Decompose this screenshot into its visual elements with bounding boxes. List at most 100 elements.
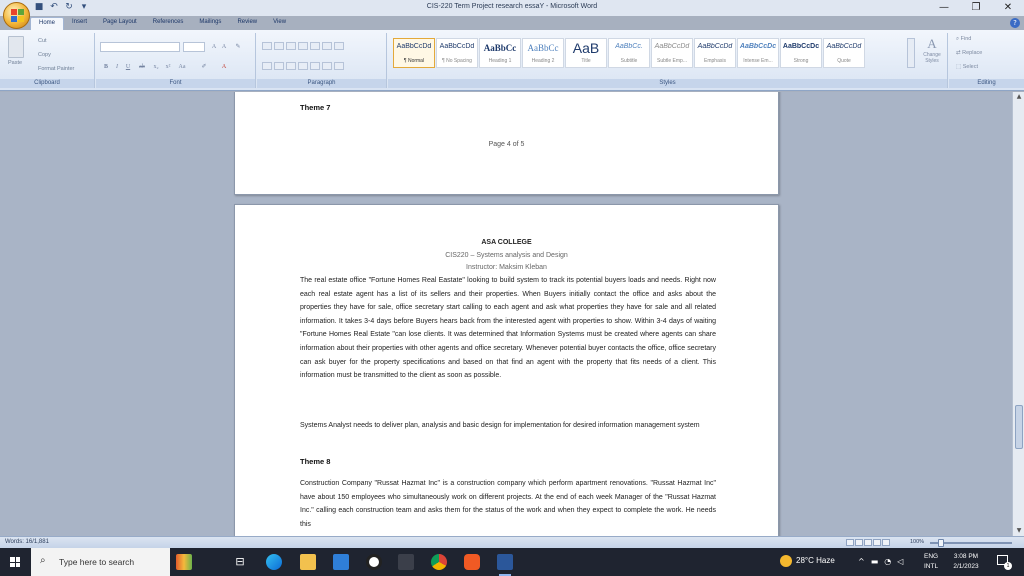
- copy-button[interactable]: Copy: [38, 52, 51, 58]
- file-explorer-icon[interactable]: [300, 554, 316, 570]
- tab-mailings[interactable]: Mailings: [191, 17, 229, 30]
- align-left-icon[interactable]: [262, 62, 272, 70]
- change-case-icon[interactable]: Aa: [178, 63, 186, 71]
- font-size-combo[interactable]: [183, 42, 205, 52]
- italic-icon[interactable]: I: [113, 63, 121, 71]
- zoom-level[interactable]: 100%: [910, 539, 924, 545]
- grow-font-icon[interactable]: A: [210, 43, 218, 51]
- font-color-icon[interactable]: A: [220, 63, 228, 71]
- style-no-spacing[interactable]: AaBbCcDd ¶ No Spacing: [436, 38, 478, 68]
- network-icon[interactable]: ◔: [884, 557, 891, 566]
- course-name: CIS220 – Systems analysis and Design: [445, 252, 568, 259]
- close-button[interactable]: ✕: [992, 0, 1024, 16]
- task-view-icon[interactable]: ⊟: [232, 554, 248, 570]
- store-icon[interactable]: [398, 554, 414, 570]
- media-app-icon[interactable]: [366, 554, 382, 570]
- styles-label: Styles: [388, 79, 947, 88]
- scroll-down-icon[interactable]: ▼: [1013, 526, 1024, 536]
- tab-view[interactable]: View: [265, 17, 294, 30]
- styles-gallery-scroll[interactable]: [907, 38, 915, 68]
- clipboard-group: Paste Cut Copy Format Painter Clipboard: [0, 33, 95, 88]
- change-styles-icon: A: [927, 36, 937, 51]
- style-subtle-emphasis[interactable]: AaBbCcDd Subtle Emp...: [651, 38, 693, 68]
- subscript-icon[interactable]: x₂: [152, 63, 160, 71]
- tab-home[interactable]: Home: [30, 17, 65, 30]
- increase-indent-icon[interactable]: [310, 42, 320, 50]
- style-intense-emphasis[interactable]: AaBbCcDc Intense Em...: [737, 38, 779, 68]
- start-button[interactable]: [0, 548, 30, 576]
- word-count[interactable]: Words: 16/1,881: [5, 539, 49, 545]
- borders-icon[interactable]: [334, 62, 344, 70]
- brave-icon[interactable]: [464, 554, 480, 570]
- shrink-font-icon[interactable]: A: [220, 43, 228, 51]
- style-heading-1[interactable]: AaBbCc Heading 1: [479, 38, 521, 68]
- taskbar-search[interactable]: ⌕ Type here to search: [31, 548, 170, 576]
- show-hidden-icons-icon[interactable]: ^: [858, 557, 865, 566]
- notification-icon[interactable]: 1: [996, 554, 1012, 570]
- paste-button[interactable]: [8, 36, 24, 58]
- volume-icon[interactable]: ◁: [897, 557, 903, 566]
- draft-icon[interactable]: [882, 539, 890, 546]
- page-5[interactable]: ASA COLLEGE CIS220 – Systems analysis an…: [234, 204, 779, 536]
- decrease-indent-icon[interactable]: [298, 42, 308, 50]
- style-quote[interactable]: AaBbCcDd Quote: [823, 38, 865, 68]
- scroll-up-icon[interactable]: ▲: [1013, 92, 1024, 102]
- document-area[interactable]: Theme 7 Page 4 of 5 ASA COLLEGE CIS220 –…: [0, 92, 1012, 536]
- ribbon: Paste Cut Copy Format Painter Clipboard …: [0, 30, 1024, 91]
- office-button[interactable]: [3, 2, 30, 29]
- superscript-icon[interactable]: x²: [164, 63, 172, 71]
- mail-icon[interactable]: [333, 554, 349, 570]
- language-indicator[interactable]: ENG INTL: [924, 552, 938, 572]
- tab-references[interactable]: References: [145, 17, 192, 30]
- help-icon[interactable]: ?: [1010, 18, 1020, 28]
- battery-icon[interactable]: ▬: [871, 557, 879, 566]
- chrome-icon[interactable]: [431, 554, 447, 570]
- style-heading-2[interactable]: AaBbCc Heading 2: [522, 38, 564, 68]
- cut-button[interactable]: Cut: [38, 38, 47, 44]
- style-strong[interactable]: AaBbCcDc Strong: [780, 38, 822, 68]
- full-screen-reading-icon[interactable]: [855, 539, 863, 546]
- clear-formatting-icon[interactable]: ✎: [234, 43, 242, 51]
- books-app-icon[interactable]: [176, 554, 192, 570]
- justify-icon[interactable]: [298, 62, 308, 70]
- college-name: ASA COLLEGE: [481, 239, 532, 246]
- style-title[interactable]: AaB Title: [565, 38, 607, 68]
- underline-icon[interactable]: U: [124, 63, 132, 71]
- minimize-button[interactable]: —: [928, 0, 960, 16]
- bullets-icon[interactable]: [262, 42, 272, 50]
- scrollbar-thumb[interactable]: [1015, 405, 1023, 449]
- style-subtitle[interactable]: AaBbCc. Subtitle: [608, 38, 650, 68]
- word-taskbar-icon[interactable]: [497, 554, 513, 576]
- change-styles-button[interactable]: A Change Styles: [918, 36, 946, 64]
- align-right-icon[interactable]: [286, 62, 296, 70]
- font-name-combo[interactable]: [100, 42, 180, 52]
- edge-icon[interactable]: [266, 554, 282, 570]
- style-normal[interactable]: AaBbCcDd ¶ Normal: [393, 38, 435, 68]
- weather-widget[interactable]: 28°C Haze: [780, 555, 835, 567]
- zoom-slider-knob[interactable]: [938, 539, 944, 547]
- format-painter-button[interactable]: Format Painter: [38, 66, 74, 72]
- web-layout-icon[interactable]: [864, 539, 872, 546]
- page-4[interactable]: Theme 7 Page 4 of 5: [234, 92, 779, 195]
- tab-review[interactable]: Review: [229, 17, 265, 30]
- sort-icon[interactable]: [322, 42, 332, 50]
- clock[interactable]: 3:08 PM 2/1/2023: [948, 552, 984, 572]
- align-center-icon[interactable]: [274, 62, 284, 70]
- show-marks-icon[interactable]: [334, 42, 344, 50]
- highlight-icon[interactable]: ✐: [200, 63, 208, 71]
- multilevel-list-icon[interactable]: [286, 42, 296, 50]
- quick-styles-gallery: AaBbCcDd ¶ Normal AaBbCcDd ¶ No Spacing …: [393, 38, 865, 68]
- numbering-icon[interactable]: [274, 42, 284, 50]
- tab-insert[interactable]: Insert: [64, 17, 95, 30]
- print-layout-icon[interactable]: [846, 539, 854, 546]
- strikethrough-icon[interactable]: ab: [138, 63, 146, 71]
- paragraph-row-bottom: [262, 62, 344, 70]
- bold-icon[interactable]: B: [102, 63, 110, 71]
- vertical-scrollbar[interactable]: ▲ ▼: [1012, 92, 1024, 536]
- style-emphasis[interactable]: AaBbCcDd Emphasis: [694, 38, 736, 68]
- tab-page-layout[interactable]: Page Layout: [95, 17, 145, 30]
- line-spacing-icon[interactable]: [310, 62, 320, 70]
- restore-button[interactable]: ❐: [960, 0, 992, 16]
- outline-icon[interactable]: [873, 539, 881, 546]
- shading-icon[interactable]: [322, 62, 332, 70]
